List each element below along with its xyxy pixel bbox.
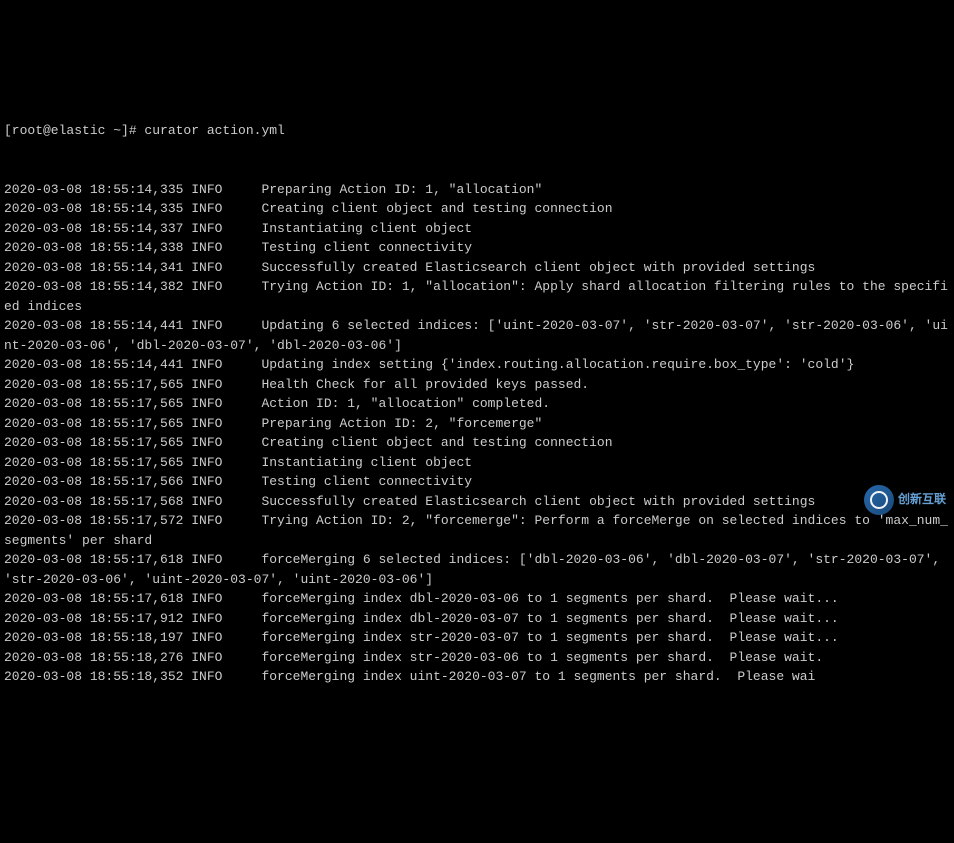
- log-line: 2020-03-08 18:55:17,565 INFO Action ID: …: [4, 394, 950, 414]
- log-line: 2020-03-08 18:55:14,441 INFO Updating in…: [4, 355, 950, 375]
- log-line: 2020-03-08 18:55:14,335 INFO Preparing A…: [4, 180, 950, 200]
- log-line: 2020-03-08 18:55:14,335 INFO Creating cl…: [4, 199, 950, 219]
- log-line: 2020-03-08 18:55:17,565 INFO Preparing A…: [4, 414, 950, 434]
- log-line: 2020-03-08 18:55:14,441 INFO Updating 6 …: [4, 316, 950, 355]
- log-line: 2020-03-08 18:55:17,565 INFO Health Chec…: [4, 375, 950, 395]
- log-line: 2020-03-08 18:55:14,341 INFO Successfull…: [4, 258, 950, 278]
- log-line: 2020-03-08 18:55:17,566 INFO Testing cli…: [4, 472, 950, 492]
- watermark-text: 创新互联: [898, 491, 946, 509]
- log-line: 2020-03-08 18:55:18,276 INFO forceMergin…: [4, 648, 950, 668]
- log-line: 2020-03-08 18:55:17,618 INFO forceMergin…: [4, 589, 950, 609]
- log-line: 2020-03-08 18:55:17,912 INFO forceMergin…: [4, 609, 950, 629]
- prompt-line: [root@elastic ~]# curator action.yml: [4, 121, 950, 141]
- log-line: 2020-03-08 18:55:17,565 INFO Instantiati…: [4, 453, 950, 473]
- watermark: 创新互联: [864, 485, 946, 515]
- log-line: 2020-03-08 18:55:17,618 INFO forceMergin…: [4, 550, 950, 589]
- terminal-output[interactable]: [root@elastic ~]# curator action.yml 202…: [4, 82, 950, 706]
- log-line: 2020-03-08 18:55:14,382 INFO Trying Acti…: [4, 277, 950, 316]
- log-line: 2020-03-08 18:55:18,197 INFO forceMergin…: [4, 628, 950, 648]
- log-line: 2020-03-08 18:55:17,565 INFO Creating cl…: [4, 433, 950, 453]
- log-line: 2020-03-08 18:55:14,337 INFO Instantiati…: [4, 219, 950, 239]
- log-line: 2020-03-08 18:55:18,352 INFO forceMergin…: [4, 667, 950, 687]
- log-line: 2020-03-08 18:55:14,338 INFO Testing cli…: [4, 238, 950, 258]
- log-line: 2020-03-08 18:55:17,568 INFO Successfull…: [4, 492, 950, 512]
- log-line: 2020-03-08 18:55:17,572 INFO Trying Acti…: [4, 511, 950, 550]
- watermark-logo-icon: [864, 485, 894, 515]
